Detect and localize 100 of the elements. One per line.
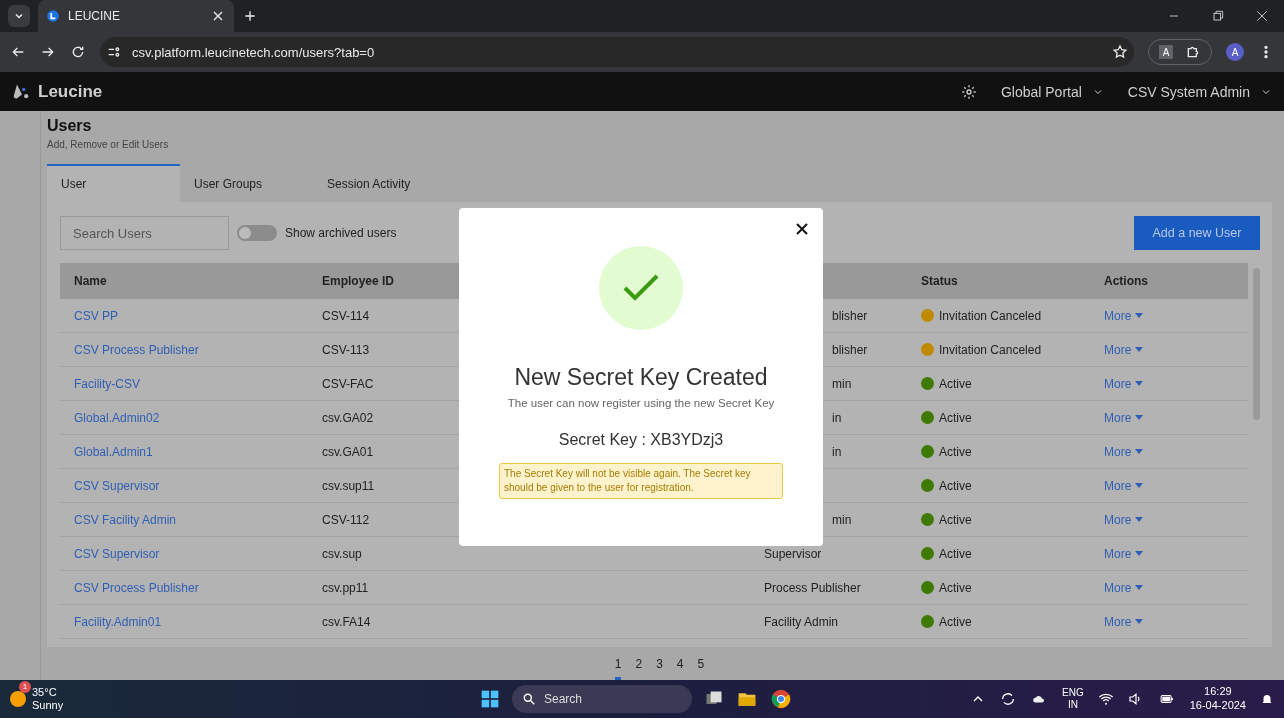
table-cell: min bbox=[832, 376, 852, 391]
toggle-switch[interactable] bbox=[237, 225, 277, 241]
search-icon bbox=[522, 692, 536, 706]
profile-avatar[interactable]: A bbox=[1226, 43, 1244, 61]
more-dropdown[interactable]: More bbox=[1104, 478, 1144, 493]
caret-icon bbox=[1135, 415, 1144, 420]
toggle-label: Show archived users bbox=[285, 226, 397, 240]
column-header: Status bbox=[907, 263, 1090, 299]
more-dropdown[interactable]: More bbox=[1104, 308, 1144, 323]
browser-icon bbox=[770, 688, 792, 710]
user-name-link[interactable]: CSV PP bbox=[74, 308, 118, 323]
caret-icon bbox=[1135, 483, 1144, 488]
status-text: Active bbox=[939, 512, 972, 527]
settings-icon[interactable] bbox=[960, 83, 977, 100]
close-icon[interactable] bbox=[1254, 8, 1270, 24]
restore-icon[interactable] bbox=[1210, 8, 1226, 24]
plus-icon[interactable] bbox=[242, 8, 258, 24]
more-dropdown[interactable]: More bbox=[1104, 444, 1144, 459]
status-text: Active bbox=[939, 444, 972, 459]
tab[interactable]: User Groups bbox=[180, 164, 313, 202]
clock-date[interactable]: 16-04-2024 bbox=[1189, 699, 1246, 713]
table-cell: CSV-113 bbox=[322, 342, 370, 357]
table-cell: blisher bbox=[832, 342, 868, 357]
site-settings-icon[interactable] bbox=[106, 44, 122, 60]
user-name-link[interactable]: Global.Admin1 bbox=[74, 444, 153, 459]
dialog-subtitle: The user can now register using the new Secret Key bbox=[507, 397, 775, 409]
user-name-link[interactable]: CSV Process Publisher bbox=[74, 580, 199, 595]
user-name-link[interactable]: Global.Admin02 bbox=[74, 410, 160, 425]
caret-icon bbox=[1135, 449, 1144, 454]
table-cell: Facility Admin bbox=[764, 614, 839, 629]
table-cell: csv.GA02 bbox=[322, 410, 374, 425]
wifi-icon bbox=[1097, 691, 1114, 707]
table-cell: csv.GA01 bbox=[322, 444, 374, 459]
region-indicator[interactable]: IN bbox=[1067, 699, 1078, 712]
user-name-link[interactable]: Facility-CSV bbox=[74, 376, 140, 391]
caret-icon bbox=[1135, 551, 1144, 556]
taskbar-search[interactable]: Search bbox=[512, 685, 692, 713]
page-subtitle: Add, Remove or Edit Users bbox=[47, 139, 170, 150]
user-name-link[interactable]: CSV Supervisor bbox=[74, 478, 160, 493]
user-name-link[interactable]: CSV Process Publisher bbox=[74, 342, 199, 357]
sync-icon[interactable] bbox=[1000, 691, 1017, 707]
table-cell: Process Publisher bbox=[764, 580, 861, 595]
status-text: Active bbox=[939, 614, 972, 629]
browser-tab[interactable]: LEUCINE bbox=[38, 0, 234, 32]
tab[interactable]: User bbox=[47, 164, 180, 202]
table-cell: csv.sup11 bbox=[322, 478, 375, 493]
status-text: Invitation Canceled bbox=[939, 342, 1042, 357]
portal-dropdown[interactable]: Global Portal bbox=[1000, 83, 1104, 100]
table-cell: Supervisor bbox=[764, 546, 822, 561]
page-number[interactable]: 4 bbox=[676, 657, 684, 680]
status-text: Active bbox=[939, 410, 972, 425]
url-text: csv.platform.leucinetech.com/users?tab=0 bbox=[132, 44, 376, 60]
user-name-link[interactable]: CSV Facility Admin bbox=[74, 512, 177, 527]
user-role-dropdown[interactable]: CSV System Admin bbox=[1127, 83, 1272, 100]
caret-icon bbox=[1135, 585, 1144, 590]
add-user-button[interactable]: Add a new User bbox=[1134, 216, 1260, 250]
status-text: Invitation Canceled bbox=[939, 308, 1042, 323]
secret-key-text: Secret Key : XB3YDzj3 bbox=[558, 431, 724, 449]
language-indicator[interactable]: ENG bbox=[1062, 686, 1084, 699]
more-dropdown[interactable]: More bbox=[1104, 512, 1144, 527]
table-cell: in bbox=[832, 410, 842, 425]
more-dropdown[interactable]: More bbox=[1104, 342, 1144, 357]
page-number[interactable]: 5 bbox=[697, 657, 705, 680]
more-dropdown[interactable]: More bbox=[1104, 410, 1144, 425]
user-name-link[interactable]: Facility.Admin01 bbox=[74, 614, 162, 629]
table-cell: CSV-114 bbox=[322, 308, 370, 323]
table-cell: min bbox=[832, 512, 852, 527]
logo-text: Leucine bbox=[38, 81, 103, 102]
status-text: Active bbox=[939, 376, 972, 391]
table-cell: blisher bbox=[832, 308, 868, 323]
search-field[interactable]: Search Users bbox=[60, 216, 229, 250]
address-bar[interactable]: csv.platform.leucinetech.com/users?tab=0 bbox=[100, 37, 1134, 67]
table-cell: CSV-112 bbox=[322, 512, 370, 527]
close-icon[interactable] bbox=[795, 222, 809, 236]
windows-start-icon bbox=[480, 689, 500, 709]
puzzle-icon[interactable] bbox=[1185, 44, 1201, 60]
dialog-title: New Secret Key Created bbox=[514, 364, 768, 391]
tab[interactable]: Session Activity bbox=[313, 164, 446, 202]
table-cell: csv.pp11 bbox=[322, 580, 369, 595]
page-title: Users bbox=[47, 117, 93, 135]
table-cell: csv.FA14 bbox=[322, 614, 371, 629]
notification-badge: 1 bbox=[19, 680, 31, 693]
column-header: Name bbox=[60, 263, 308, 299]
caret-icon bbox=[1135, 347, 1144, 352]
table-cell: in bbox=[832, 444, 842, 459]
scrollbar[interactable] bbox=[1253, 268, 1260, 420]
page-number[interactable]: 2 bbox=[635, 657, 643, 680]
reload-icon[interactable] bbox=[70, 44, 86, 60]
more-dropdown[interactable]: More bbox=[1104, 614, 1144, 629]
clock-time[interactable]: 16:29 bbox=[1204, 685, 1232, 699]
more-dropdown[interactable]: More bbox=[1104, 546, 1144, 561]
page-number[interactable]: 3 bbox=[656, 657, 663, 680]
user-name-link[interactable]: CSV Supervisor bbox=[74, 546, 160, 561]
more-dropdown[interactable]: More bbox=[1104, 580, 1144, 595]
more-dropdown[interactable]: More bbox=[1104, 376, 1144, 391]
tab-search-button[interactable] bbox=[8, 5, 30, 27]
star-icon[interactable] bbox=[1112, 44, 1128, 60]
status-text: Active bbox=[939, 580, 972, 595]
weather-sun-icon[interactable] bbox=[10, 691, 26, 707]
translate-extension-icon[interactable]: A bbox=[1159, 45, 1173, 59]
